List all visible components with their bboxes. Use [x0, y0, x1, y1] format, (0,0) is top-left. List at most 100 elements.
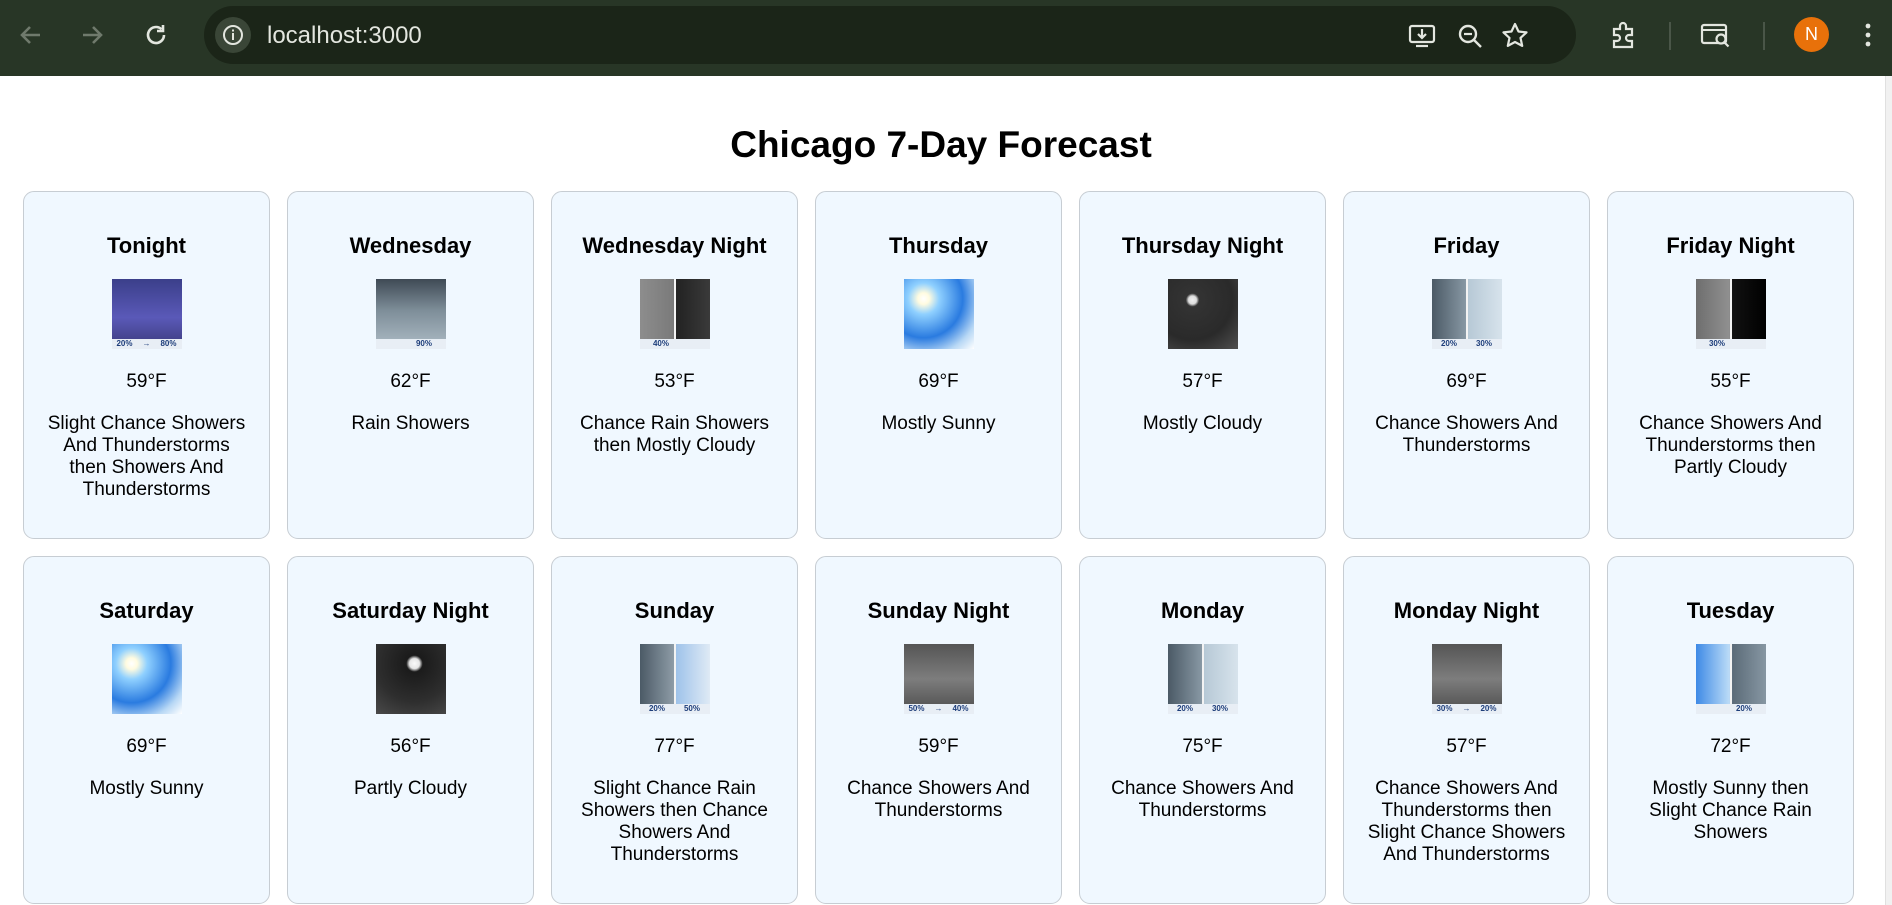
period-name: Monday Night [1393, 598, 1540, 623]
temperature: 57°F [1182, 371, 1223, 392]
forecast-card: Saturday 69°F Mostly Sunny [23, 556, 270, 904]
bookmark-star-icon[interactable] [1500, 21, 1530, 51]
period-name: Saturday Night [332, 598, 489, 623]
icon-divider [673, 279, 676, 339]
precip-chance-strip: 40% [639, 339, 710, 349]
showers-storms-icon: 20% 30% [1431, 279, 1502, 349]
precip-chance-label: 50% [683, 704, 700, 713]
period-name: Sunday Night [867, 598, 1010, 623]
extensions-icon[interactable] [1605, 17, 1641, 53]
forecast-card: Friday Night 30% 55°F Chance Showers And Th… [1607, 191, 1854, 539]
profile-avatar[interactable]: N [1794, 17, 1829, 52]
precip-chance-strip: 20% [1695, 704, 1766, 714]
period-name: Tonight [107, 233, 186, 258]
precip-chance-strip: 20% 50% [639, 704, 710, 714]
sunny-then-rain-icon: 20% [1695, 644, 1766, 714]
showers-storms-icon: 20% 30% [1167, 644, 1238, 714]
period-name: Friday [1433, 233, 1500, 258]
temperature: 69°F [126, 736, 167, 757]
precip-chance-label: 20% [1480, 704, 1497, 713]
forward-button[interactable] [74, 17, 110, 53]
forecast-description: Slight Chance Rain Showers then Chance S… [581, 778, 768, 865]
night-storms-icon: 50% → 40% [903, 644, 974, 714]
period-name: Monday [1160, 598, 1245, 623]
temperature: 72°F [1710, 736, 1751, 757]
temperature: 56°F [390, 736, 431, 757]
precip-chance-strip: 20% → 80% [111, 339, 182, 349]
forecast-description: Chance Showers And Thunderstorms then Sl… [1367, 778, 1566, 865]
forecast-card: Friday 20% 30% 69°F Chance Showers And Thund… [1343, 191, 1590, 539]
forecast-card: Sunday Night 50% → 40% 59°F Chance Showers An… [815, 556, 1062, 904]
forecast-description: Chance Showers And Thunderstorms [847, 778, 1030, 821]
forecast-grid: Tonight 20% → 80% 59°F Slight Chance Showers … [23, 191, 1854, 904]
forecast-card: Saturday Night 56°F Partly Cloudy [287, 556, 534, 904]
precip-chance-label: → [1462, 704, 1471, 713]
forecast-card: Tuesday 20% 72°F Mostly Sunny then Slight C… [1607, 556, 1854, 904]
forecast-card: Wednesday Night 40% 53°F Chance Rain Shower… [551, 191, 798, 539]
precip-chance-label: 30% [1211, 704, 1228, 713]
precip-chance-label: 20% [1735, 704, 1752, 713]
precip-chance-strip: 20% 30% [1167, 704, 1238, 714]
forecast-description: Partly Cloudy [354, 778, 467, 799]
zoom-icon[interactable] [1455, 21, 1485, 51]
period-name: Friday Night [1666, 233, 1795, 258]
precip-chance-label: 20% [116, 339, 133, 348]
site-info-icon[interactable] [215, 17, 251, 53]
thunderstorm-icon: 20% → 80% [111, 279, 182, 349]
temperature: 69°F [918, 371, 959, 392]
more-menu-icon[interactable] [1858, 17, 1878, 53]
precip-chance-strip: 90% [375, 339, 446, 349]
rain-showers-icon: 90% [375, 279, 446, 349]
period-name: Thursday Night [1121, 233, 1284, 258]
precip-chance-strip: 20% 30% [1431, 339, 1502, 349]
precip-chance-label: 90% [415, 339, 432, 348]
forecast-card: Monday 20% 30% 75°F Chance Showers And Thund… [1079, 556, 1326, 904]
precip-chance-strip: 30% → 20% [1431, 704, 1502, 714]
period-name: Saturday [99, 598, 194, 623]
precip-chance-label: 30% [1436, 704, 1453, 713]
forecast-description: Chance Rain Showers then Mostly Cloudy [579, 413, 770, 456]
forecast-description: Mostly Sunny [881, 413, 996, 434]
precip-chance-label: 40% [952, 704, 969, 713]
period-name: Tuesday [1686, 598, 1775, 623]
rain-then-storms-icon: 20% 50% [639, 644, 710, 714]
precip-chance-label: 50% [908, 704, 925, 713]
temperature: 77°F [654, 736, 695, 757]
period-name: Wednesday [349, 233, 472, 258]
page-title: Chicago 7-Day Forecast [730, 124, 1152, 165]
tab-search-icon[interactable] [1698, 17, 1734, 53]
precip-chance-label: 80% [160, 339, 177, 348]
icon-divider [673, 644, 676, 704]
address-bar[interactable]: localhost:3000 [204, 6, 1576, 64]
temperature: 59°F [918, 736, 959, 757]
forecast-card: Wednesday 90% 62°F Rain Showers [287, 191, 534, 539]
url-text[interactable]: localhost:3000 [267, 22, 422, 50]
forecast-card: Sunday 20% 50% 77°F Slight Chance Rain Showe… [551, 556, 798, 904]
forecast-card: Monday Night 30% → 20% 57°F Chance Showers An… [1343, 556, 1590, 904]
period-name: Sunday [634, 598, 715, 623]
toolbar-separator [1763, 22, 1765, 50]
forecast-description: Slight Chance Showers And Thunderstorms … [47, 413, 246, 500]
browser-toolbar: localhost:3000 N [0, 0, 1892, 76]
back-arrow-icon [20, 26, 40, 44]
rain-then-night-cloudy-icon: 40% [639, 279, 710, 349]
forecast-description: Chance Showers And Thunderstorms then Pa… [1639, 413, 1822, 478]
temperature: 75°F [1182, 736, 1223, 757]
page-scrollbar[interactable] [1885, 76, 1892, 905]
forward-arrow-icon [83, 26, 103, 44]
icon-divider [1465, 279, 1468, 339]
forecast-description: Mostly Sunny then Slight Chance Rain Sho… [1649, 778, 1812, 843]
reload-button[interactable] [138, 17, 174, 53]
install-app-icon[interactable] [1407, 21, 1437, 51]
temperature: 55°F [1710, 371, 1751, 392]
back-button[interactable] [13, 17, 49, 53]
night-partly-cloudy-icon [375, 644, 446, 714]
temperature: 62°F [390, 371, 431, 392]
forecast-description: Chance Showers And Thunderstorms [1375, 413, 1558, 456]
forecast-card: Thursday 69°F Mostly Sunny [815, 191, 1062, 539]
night-mostly-cloudy-icon [1167, 279, 1238, 349]
forecast-description: Mostly Cloudy [1142, 413, 1263, 434]
icon-divider [1729, 644, 1732, 704]
temperature: 59°F [126, 371, 167, 392]
precip-chance-label: 20% [1440, 339, 1457, 348]
